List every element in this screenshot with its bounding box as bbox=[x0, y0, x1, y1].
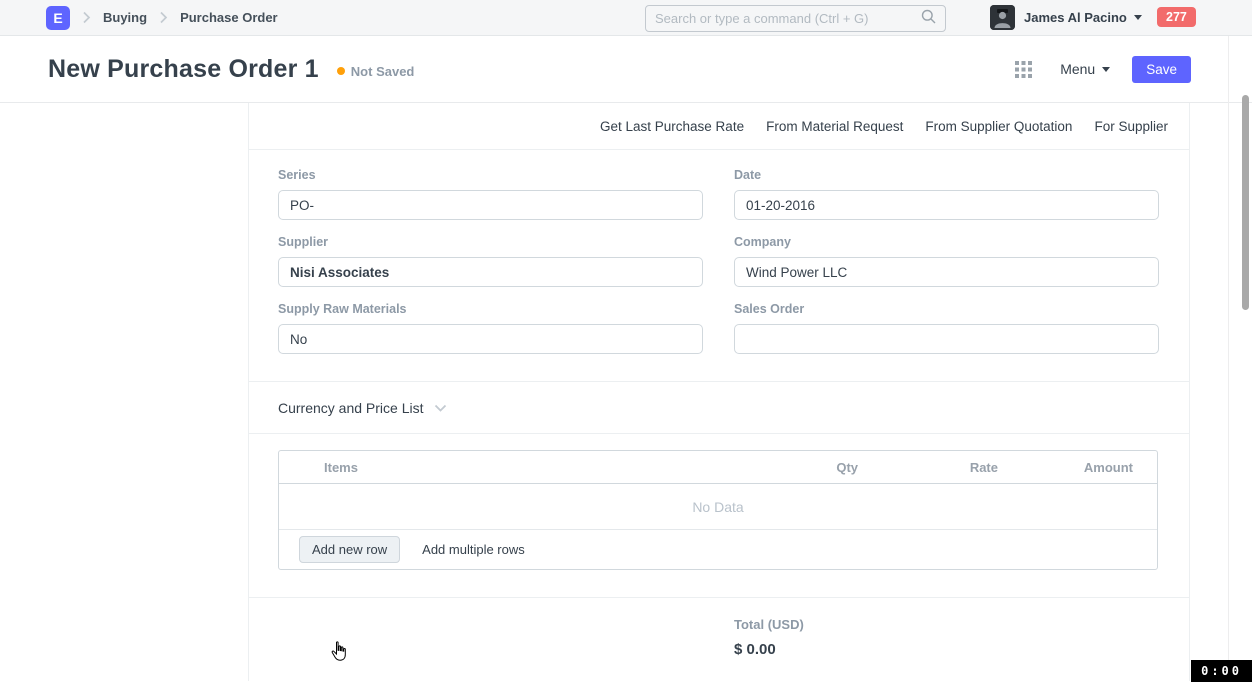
main-content: Get Last Purchase Rate From Material Req… bbox=[0, 103, 1252, 681]
chevron-down-icon bbox=[434, 404, 447, 413]
scroll-area-divider bbox=[1228, 36, 1229, 682]
no-data-row: No Data bbox=[279, 484, 1157, 530]
search-icon bbox=[921, 9, 936, 29]
items-table: Items Qty Rate Amount No Data Add new ro… bbox=[278, 450, 1158, 570]
total-value: $ 0.00 bbox=[734, 641, 1189, 658]
series-field[interactable] bbox=[278, 190, 703, 220]
supplier-field[interactable] bbox=[278, 257, 703, 287]
date-field[interactable] bbox=[734, 190, 1159, 220]
items-section: Items Qty Rate Amount No Data Add new ro… bbox=[249, 434, 1189, 598]
items-table-footer: Add new row Add multiple rows bbox=[279, 530, 1157, 569]
chevron-right-icon bbox=[82, 11, 91, 24]
save-button[interactable]: Save bbox=[1132, 56, 1191, 83]
unsaved-dot-icon bbox=[337, 67, 345, 75]
user-menu[interactable]: James Al Pacino bbox=[990, 5, 1142, 30]
date-label: Date bbox=[734, 168, 1159, 182]
vertical-scrollbar-thumb[interactable] bbox=[1242, 95, 1249, 310]
add-new-row-button[interactable]: Add new row bbox=[299, 536, 400, 563]
recording-timer: 0:00 bbox=[1191, 660, 1252, 682]
user-avatar bbox=[990, 5, 1015, 30]
column-amount: Amount bbox=[998, 460, 1133, 475]
menu-label: Menu bbox=[1060, 61, 1095, 77]
action-for-supplier[interactable]: For Supplier bbox=[1094, 119, 1168, 134]
form-container: Get Last Purchase Rate From Material Req… bbox=[248, 103, 1190, 681]
page-head: New Purchase Order 1 Not Saved Menu Save bbox=[0, 36, 1252, 103]
supply-raw-materials-label: Supply Raw Materials bbox=[278, 302, 703, 316]
chevron-down-icon bbox=[1102, 67, 1110, 72]
series-label: Series bbox=[278, 168, 703, 182]
fields-section: Series Date Supplier Company bbox=[249, 150, 1189, 382]
grid-icon bbox=[1015, 61, 1032, 78]
sales-order-label: Sales Order bbox=[734, 302, 1159, 316]
currency-price-list-title: Currency and Price List bbox=[278, 400, 424, 416]
global-search bbox=[645, 5, 946, 32]
app-logo-letter: E bbox=[53, 10, 62, 26]
chevron-down-icon bbox=[1134, 15, 1142, 20]
navbar: E Buying Purchase Order James Al Pacino … bbox=[0, 0, 1252, 36]
chevron-right-icon bbox=[159, 11, 168, 24]
items-table-header: Items Qty Rate Amount bbox=[279, 451, 1157, 484]
action-get-last-purchase-rate[interactable]: Get Last Purchase Rate bbox=[600, 119, 744, 134]
page-title: New Purchase Order 1 bbox=[48, 55, 319, 84]
breadcrumb-purchase-order[interactable]: Purchase Order bbox=[180, 10, 278, 25]
column-rate: Rate bbox=[858, 460, 998, 475]
status-text: Not Saved bbox=[351, 64, 415, 79]
action-from-material-request[interactable]: From Material Request bbox=[766, 119, 903, 134]
search-input[interactable] bbox=[655, 11, 921, 26]
totals-section: Total (USD) $ 0.00 bbox=[249, 598, 1189, 658]
user-name: James Al Pacino bbox=[1024, 10, 1127, 25]
currency-price-list-section-toggle[interactable]: Currency and Price List bbox=[249, 382, 1189, 434]
column-items: Items bbox=[279, 460, 718, 475]
menu-button[interactable]: Menu bbox=[1060, 61, 1110, 77]
app-logo[interactable]: E bbox=[46, 6, 70, 30]
company-label: Company bbox=[734, 235, 1159, 249]
total-label: Total (USD) bbox=[734, 617, 1189, 632]
action-from-supplier-quotation[interactable]: From Supplier Quotation bbox=[925, 119, 1072, 134]
status-badge: Not Saved bbox=[337, 64, 415, 79]
sales-order-field[interactable] bbox=[734, 324, 1159, 354]
column-qty: Qty bbox=[718, 460, 858, 475]
form-actions-row: Get Last Purchase Rate From Material Req… bbox=[249, 103, 1189, 150]
add-multiple-rows-link[interactable]: Add multiple rows bbox=[422, 542, 525, 557]
supply-raw-materials-field[interactable] bbox=[278, 324, 703, 354]
supplier-label: Supplier bbox=[278, 235, 703, 249]
breadcrumb-buying[interactable]: Buying bbox=[103, 10, 147, 25]
workspace-grid-button[interactable] bbox=[1011, 57, 1036, 82]
company-field[interactable] bbox=[734, 257, 1159, 287]
notification-badge[interactable]: 277 bbox=[1157, 7, 1196, 27]
